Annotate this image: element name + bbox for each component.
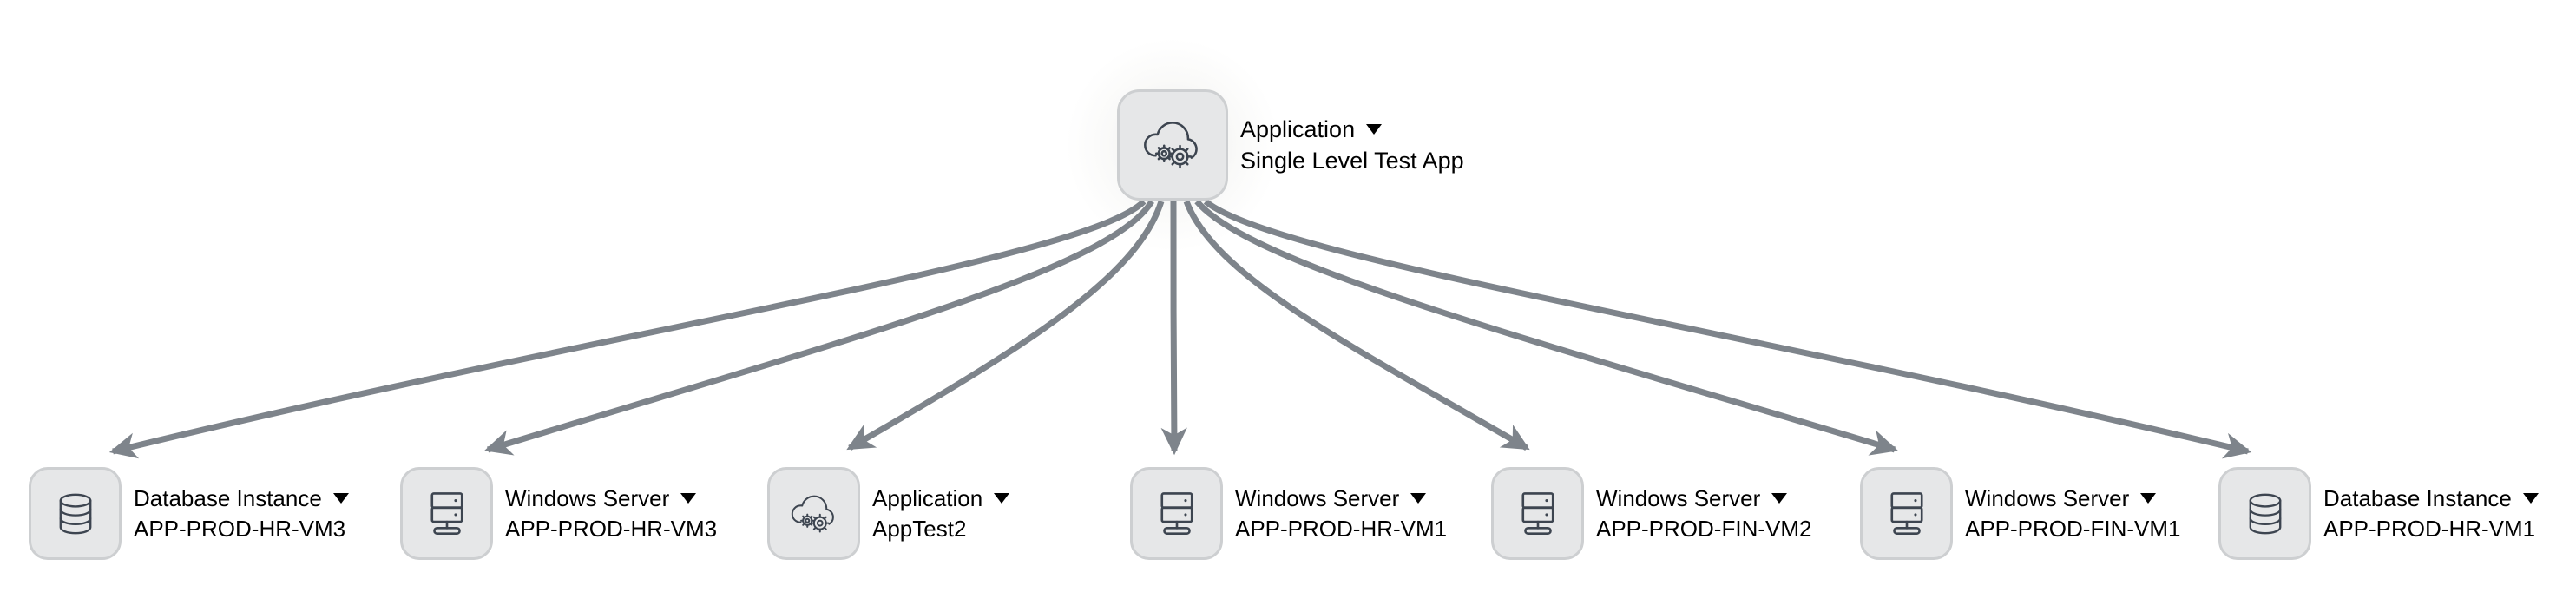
cloud-gears-icon [1139, 111, 1206, 179]
node-icon-box[interactable] [400, 467, 493, 560]
node-type-row[interactable]: Application [1240, 114, 1464, 145]
edge-root-to-child-4 [1183, 200, 1530, 451]
node-type-label: Windows Server [505, 484, 670, 511]
node-child-0[interactable]: Database Instance APP-PROD-HR-VM3 [29, 467, 349, 560]
chevron-down-icon[interactable] [1410, 493, 1427, 504]
node-labels: Database Instance APP-PROD-HR-VM1 [2323, 484, 2539, 544]
chevron-down-icon[interactable] [680, 493, 697, 504]
node-icon-box[interactable] [767, 467, 860, 560]
node-labels: Windows Server APP-PROD-HR-VM1 [1235, 484, 1447, 544]
server-icon [1882, 489, 1932, 539]
node-name-label: APP-PROD-FIN-VM2 [1596, 515, 1812, 542]
database-icon [50, 489, 101, 539]
node-child-5[interactable]: Windows Server APP-PROD-FIN-VM1 [1860, 467, 2180, 560]
node-icon-box[interactable] [1130, 467, 1223, 560]
node-labels: Application AppTest2 [872, 484, 1010, 544]
node-child-4[interactable]: Windows Server APP-PROD-FIN-VM2 [1491, 467, 1811, 560]
node-type-row[interactable]: Windows Server [1235, 484, 1447, 514]
node-child-2[interactable]: Application AppTest2 [767, 467, 1010, 560]
node-icon-box[interactable] [1117, 89, 1228, 201]
node-name-label: APP-PROD-HR-VM1 [2323, 515, 2536, 542]
node-icon-box[interactable] [1860, 467, 1953, 560]
node-icon-box[interactable] [1491, 467, 1584, 560]
server-icon [1513, 489, 1563, 539]
node-type-row[interactable]: Database Instance [2323, 484, 2539, 514]
node-type-label: Windows Server [1235, 484, 1400, 511]
node-name-label: APP-PROD-HR-VM1 [1235, 515, 1448, 542]
edge-root-to-child-0 [108, 199, 1147, 459]
node-child-3[interactable]: Windows Server APP-PROD-HR-VM1 [1130, 467, 1447, 560]
database-icon [2240, 489, 2290, 539]
node-child-6[interactable]: Database Instance APP-PROD-HR-VM1 [2218, 467, 2539, 560]
node-type-row[interactable]: Windows Server [1596, 484, 1811, 514]
chevron-down-icon[interactable] [994, 493, 1010, 504]
edge-root-to-child-1 [483, 200, 1154, 456]
edge-root-to-child-6 [1203, 199, 2252, 459]
node-type-label: Application [872, 484, 983, 511]
node-root-application[interactable]: Application Single Level Test App [1117, 89, 1464, 201]
node-name-label: AppTest2 [872, 515, 967, 542]
node-icon-box[interactable] [29, 467, 122, 560]
chevron-down-icon[interactable] [2140, 493, 2157, 504]
dependency-map-canvas: Application Single Level Test App Databa… [0, 0, 2576, 599]
node-name-label: Single Level Test App [1240, 148, 1464, 174]
cloud-gears-icon [787, 487, 841, 541]
node-labels: Windows Server APP-PROD-FIN-VM1 [1965, 484, 2180, 544]
node-labels: Application Single Level Test App [1240, 114, 1464, 176]
node-labels: Database Instance APP-PROD-HR-VM3 [134, 484, 349, 544]
edge-root-to-child-3 [1160, 201, 1187, 456]
edge-root-to-child-2 [846, 200, 1165, 451]
server-icon [422, 489, 472, 539]
node-name-label: APP-PROD-HR-VM3 [505, 515, 718, 542]
node-child-1[interactable]: Windows Server APP-PROD-HR-VM3 [400, 467, 717, 560]
node-type-label: Application [1240, 115, 1356, 142]
node-type-row[interactable]: Database Instance [134, 484, 349, 514]
node-type-label: Windows Server [1965, 484, 2130, 511]
node-icon-box[interactable] [2218, 467, 2311, 560]
node-labels: Windows Server APP-PROD-FIN-VM2 [1596, 484, 1811, 544]
node-type-label: Database Instance [134, 484, 322, 511]
chevron-down-icon[interactable] [332, 493, 349, 504]
node-name-label: APP-PROD-FIN-VM1 [1965, 515, 2181, 542]
server-icon [1152, 489, 1202, 539]
node-type-label: Windows Server [1596, 484, 1761, 511]
node-type-row[interactable]: Application [872, 484, 1010, 514]
chevron-down-icon[interactable] [2522, 493, 2539, 504]
edge-root-to-child-5 [1194, 199, 1899, 456]
node-name-label: APP-PROD-HR-VM3 [134, 515, 346, 542]
chevron-down-icon[interactable] [1366, 123, 1383, 135]
node-type-row[interactable]: Windows Server [1965, 484, 2180, 514]
node-type-row[interactable]: Windows Server [505, 484, 717, 514]
node-labels: Windows Server APP-PROD-HR-VM3 [505, 484, 717, 544]
chevron-down-icon[interactable] [1771, 493, 1788, 504]
node-type-label: Database Instance [2323, 484, 2512, 511]
